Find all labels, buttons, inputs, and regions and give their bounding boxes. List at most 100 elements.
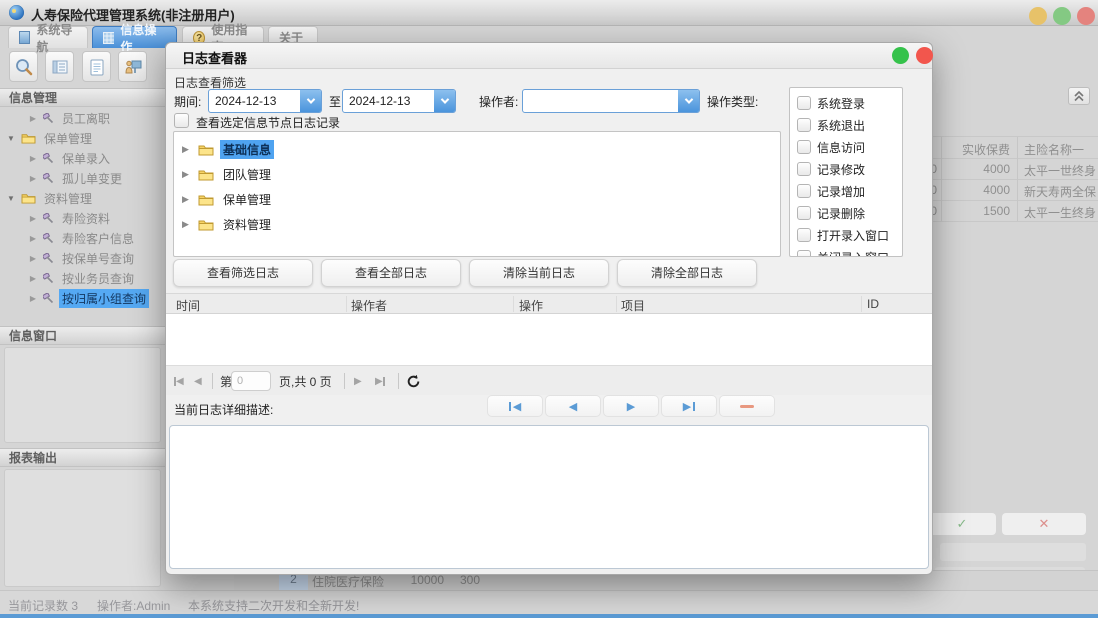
view-all-log-button[interactable]: 查看全部日志 bbox=[321, 259, 461, 287]
checkbox[interactable] bbox=[797, 96, 811, 110]
sidebar-section-info-window[interactable]: 信息窗口 bbox=[0, 326, 165, 345]
log-viewer-button[interactable] bbox=[9, 51, 38, 82]
maximize-button[interactable] bbox=[1053, 7, 1071, 25]
previous-page-button[interactable]: ◀ bbox=[194, 366, 202, 396]
sidebar-item-life-customer-info[interactable]: ▶ 寿险客户信息 bbox=[0, 228, 165, 248]
expand-arrow-icon[interactable]: ▶ bbox=[28, 254, 38, 263]
tree-node-basic-info[interactable]: ▶ 基础信息 bbox=[182, 137, 780, 162]
chevron-down-icon[interactable] bbox=[300, 90, 321, 112]
dialog-titlebar[interactable]: 日志查看器 bbox=[166, 43, 932, 69]
detail-first-button[interactable]: ◀ bbox=[487, 395, 543, 417]
sidebar-item-policy-entry[interactable]: ▶ 保单录入 bbox=[0, 148, 165, 168]
sidebar-item-query-by-group[interactable]: ▶ 按归属小组查询 bbox=[0, 288, 165, 308]
detail-next-button[interactable]: ▶ bbox=[603, 395, 659, 417]
type-option-record-delete[interactable]: 记录删除 bbox=[797, 202, 902, 224]
col-project[interactable]: 项目 bbox=[621, 297, 645, 314]
chevron-down-icon[interactable] bbox=[434, 90, 455, 112]
sidebar-item-life-data[interactable]: ▶ 寿险资料 bbox=[0, 208, 165, 228]
detail-previous-button[interactable]: ◀ bbox=[545, 395, 601, 417]
folder-icon bbox=[21, 192, 36, 204]
tree-node-data-management[interactable]: ▶ 资料管理 bbox=[182, 212, 780, 237]
type-option-system-login[interactable]: 系统登录 bbox=[797, 92, 902, 114]
log-node-tree[interactable]: ▶ 基础信息 ▶ 团队管理 ▶ 保单管理 ▶ 资料管理 bbox=[173, 131, 781, 257]
date-from-select[interactable]: 2024-12-13 bbox=[208, 89, 322, 113]
type-option-close-entry-window[interactable]: 关闭录入窗口 bbox=[797, 246, 902, 257]
expand-arrow-icon[interactable]: ▶ bbox=[28, 114, 38, 123]
checkbox[interactable] bbox=[797, 184, 811, 198]
tool-icon bbox=[43, 113, 54, 124]
clear-all-log-button[interactable]: 清除全部日志 bbox=[617, 259, 757, 287]
expand-arrow-icon[interactable]: ▶ bbox=[182, 219, 192, 230]
sidebar-item-orphan-policy-change[interactable]: ▶ 孤儿单变更 bbox=[0, 168, 165, 188]
checkbox[interactable] bbox=[797, 162, 811, 176]
expand-arrow-icon[interactable]: ▶ bbox=[182, 169, 192, 180]
expand-arrow-icon[interactable]: ▶ bbox=[28, 214, 38, 223]
data-list-button[interactable] bbox=[45, 51, 74, 82]
refresh-button[interactable] bbox=[406, 366, 421, 396]
sidebar-item-employee-leave[interactable]: ▶ 员工离职 bbox=[0, 108, 165, 128]
type-option-open-entry-window[interactable]: 打开录入窗口 bbox=[797, 224, 902, 246]
checkbox[interactable] bbox=[797, 228, 811, 242]
cell-main-policy: 太平一世终身 bbox=[1024, 162, 1098, 179]
sidebar-section-info-management[interactable]: 信息管理 bbox=[0, 88, 165, 107]
expand-arrow-icon[interactable]: ▶ bbox=[28, 274, 38, 283]
minimize-button[interactable] bbox=[1029, 7, 1047, 25]
tree-node-team-management[interactable]: ▶ 团队管理 bbox=[182, 162, 780, 187]
sidebar-section-report-output[interactable]: 报表输出 bbox=[0, 448, 165, 467]
sidebar-folder-data-management[interactable]: ▼ 资料管理 bbox=[0, 188, 165, 208]
agent-board-button[interactable] bbox=[118, 51, 147, 82]
page-number-input[interactable] bbox=[231, 371, 271, 391]
type-option-info-access[interactable]: 信息访问 bbox=[797, 136, 902, 158]
close-button[interactable] bbox=[1077, 7, 1095, 25]
expand-arrow-icon[interactable]: ▶ bbox=[182, 194, 192, 205]
tab-system-nav[interactable]: 系统导航 bbox=[8, 26, 88, 48]
expand-arrow-icon[interactable]: ▶ bbox=[182, 144, 192, 155]
expand-arrow-icon[interactable]: ▶ bbox=[28, 294, 38, 303]
type-option-record-add[interactable]: 记录增加 bbox=[797, 180, 902, 202]
tab-info-operation[interactable]: 信息操作 bbox=[92, 26, 177, 48]
first-page-button[interactable]: ◀ bbox=[174, 366, 184, 396]
type-option-record-modify[interactable]: 记录修改 bbox=[797, 158, 902, 180]
checkbox[interactable] bbox=[797, 250, 811, 257]
col-operator[interactable]: 操作者 bbox=[351, 297, 387, 314]
date-to-select[interactable]: 2024-12-13 bbox=[342, 89, 456, 113]
document-button[interactable] bbox=[82, 51, 111, 82]
view-filtered-log-button[interactable]: 查看筛选日志 bbox=[173, 259, 313, 287]
log-table-body[interactable] bbox=[166, 314, 932, 365]
collapse-arrow-icon[interactable]: ▼ bbox=[6, 194, 16, 203]
col-time[interactable]: 时间 bbox=[176, 297, 200, 314]
checkbox[interactable] bbox=[797, 140, 811, 154]
node-filter-label: 查看选定信息节点日志记录 bbox=[196, 114, 340, 131]
expand-arrow-icon[interactable]: ▶ bbox=[28, 154, 38, 163]
confirm-button[interactable]: ✓ bbox=[928, 513, 996, 535]
last-page-button[interactable]: ▶ bbox=[375, 366, 385, 396]
cancel-button[interactable]: ✕ bbox=[1002, 513, 1086, 535]
clear-current-log-button[interactable]: 清除当前日志 bbox=[469, 259, 609, 287]
tree-node-policy-management[interactable]: ▶ 保单管理 bbox=[182, 187, 780, 212]
dialog-minimize-button[interactable] bbox=[892, 47, 909, 64]
node-filter-checkbox[interactable] bbox=[174, 113, 189, 128]
col-id[interactable]: ID bbox=[867, 297, 879, 311]
detail-remove-button[interactable] bbox=[719, 395, 775, 417]
operation-type-list[interactable]: 系统登录 系统退出 信息访问 记录修改 记录增加 记录删除 打开录入窗口 关闭录… bbox=[789, 87, 903, 257]
expand-arrow-icon[interactable]: ▶ bbox=[28, 234, 38, 243]
cell-main-policy: 新天寿两全保 bbox=[1024, 183, 1098, 200]
sidebar-item-query-by-policy-no[interactable]: ▶ 按保单号查询 bbox=[0, 248, 165, 268]
collapse-arrow-icon[interactable]: ▼ bbox=[6, 134, 16, 143]
sidebar-folder-policy-management[interactable]: ▼ 保单管理 bbox=[0, 128, 165, 148]
checkbox[interactable] bbox=[797, 118, 811, 132]
expand-arrow-icon[interactable]: ▶ bbox=[28, 174, 38, 183]
grid-icon bbox=[103, 32, 114, 44]
next-page-button[interactable]: ▶ bbox=[354, 366, 362, 396]
type-option-system-logout[interactable]: 系统退出 bbox=[797, 114, 902, 136]
detail-last-button[interactable]: ▶ bbox=[661, 395, 717, 417]
log-description-area[interactable] bbox=[169, 425, 929, 569]
status-bar: 当前记录数 3 操作者:Admin 本系统支持二次开发和全新开发! bbox=[0, 590, 1098, 614]
collapse-panel-button[interactable] bbox=[1068, 87, 1090, 105]
dialog-close-button[interactable] bbox=[916, 47, 933, 64]
chevron-down-icon[interactable] bbox=[678, 90, 699, 112]
col-operation[interactable]: 操作 bbox=[519, 297, 543, 314]
operator-select[interactable] bbox=[522, 89, 700, 113]
sidebar-item-query-by-agent[interactable]: ▶ 按业务员查询 bbox=[0, 268, 165, 288]
checkbox[interactable] bbox=[797, 206, 811, 220]
